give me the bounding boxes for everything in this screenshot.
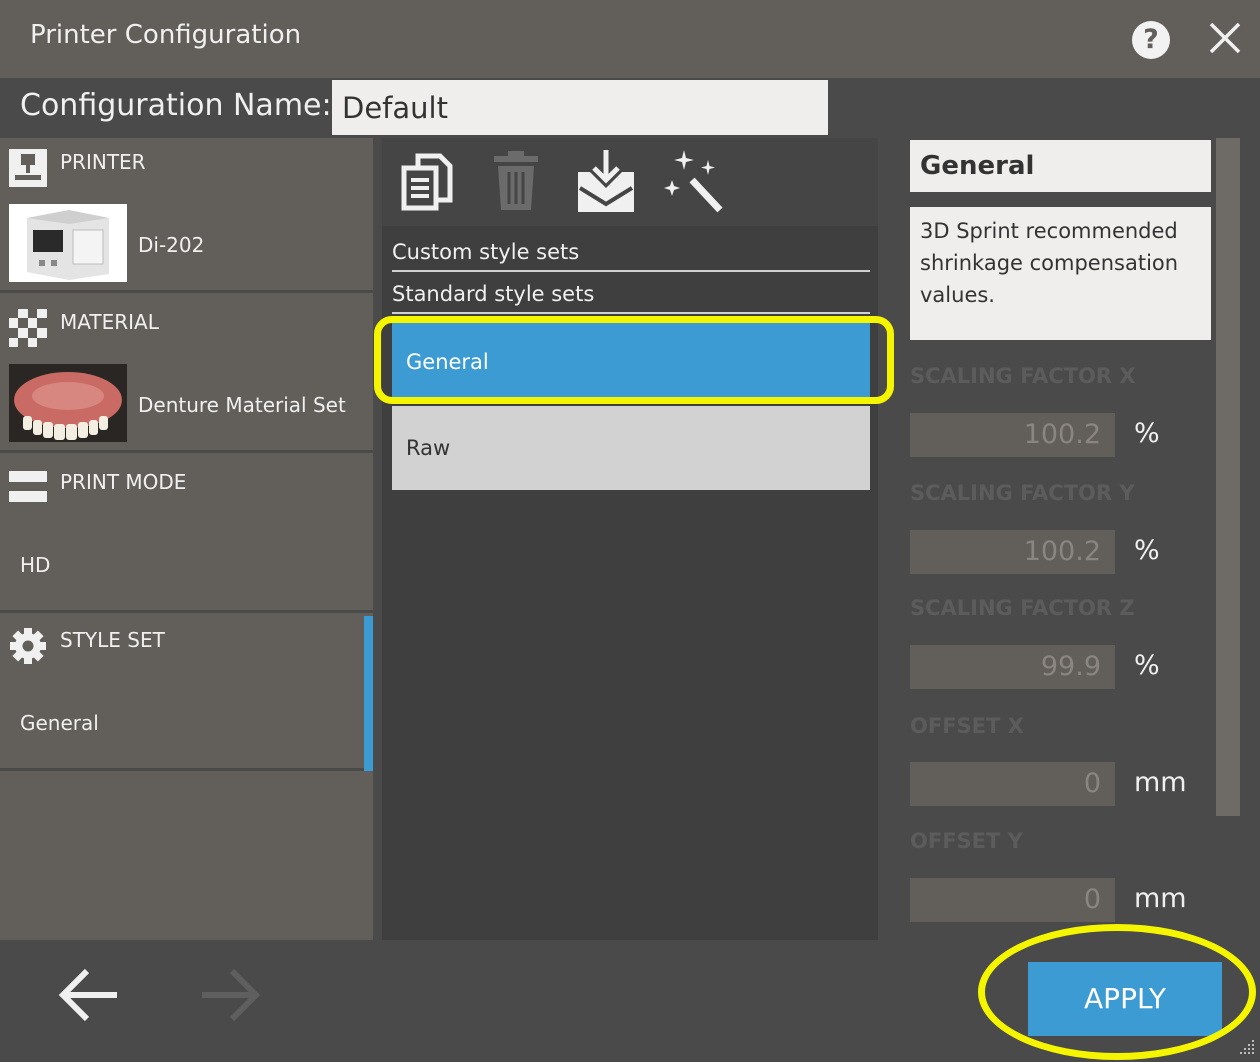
sidebar-section-style-set[interactable]: STYLE SET General: [0, 616, 373, 771]
style-toolbar: [382, 138, 878, 226]
style-item-raw[interactable]: Raw: [392, 406, 870, 490]
scaling-factor-y-unit: %: [1134, 535, 1160, 566]
divider: [392, 312, 870, 314]
scaling-factor-z-label: SCALING FACTOR Z: [910, 596, 1135, 620]
group-custom-style-sets[interactable]: Custom style sets: [392, 231, 869, 273]
sidebar-material-title: MATERIAL: [60, 310, 159, 334]
offset-y-input[interactable]: 0: [910, 878, 1115, 922]
scrollbar-thumb[interactable]: [1216, 138, 1240, 816]
style-details-panel: General 3D Sprint recommended shrinkage …: [908, 138, 1218, 928]
sidebar-section-material[interactable]: MATERIAL Denture Material Set: [0, 298, 373, 453]
material-thumbnail: [9, 364, 127, 442]
sidebar-section-print-mode[interactable]: PRINT MODE HD: [0, 458, 373, 613]
scaling-factor-y-input[interactable]: 100.2: [910, 530, 1115, 574]
style-description-field[interactable]: 3D Sprint recommended shrinkage compensa…: [910, 207, 1211, 340]
offset-y-unit: mm: [1134, 883, 1187, 914]
back-arrow-icon[interactable]: [55, 962, 121, 1028]
print-mode-icon: [9, 471, 47, 502]
material-icon: [9, 309, 47, 347]
close-icon[interactable]: [1205, 18, 1245, 58]
sidebar-style-set-value: General: [20, 711, 99, 735]
configuration-name-label: Configuration Name:: [20, 88, 332, 123]
offset-x-unit: mm: [1134, 767, 1187, 798]
style-name-field[interactable]: General: [910, 140, 1211, 192]
offset-x-label: OFFSET X: [910, 714, 1024, 738]
style-set-panel: Custom style sets Standard style sets Ge…: [382, 138, 878, 940]
sidebar-style-set-title: STYLE SET: [60, 628, 165, 652]
highlight-apply: [978, 924, 1256, 1060]
window-title: Printer Configuration: [30, 20, 302, 50]
sidebar-material-value: Denture Material Set: [138, 393, 346, 417]
highlight-selected-style: [374, 316, 894, 404]
divider: [392, 270, 870, 272]
sidebar-section-printer[interactable]: PRINTER Di-202: [0, 138, 373, 293]
printer-thumbnail: [9, 204, 127, 282]
copy-icon[interactable]: [396, 148, 460, 214]
scaling-factor-z-unit: %: [1134, 650, 1160, 681]
import-icon[interactable]: [574, 148, 638, 214]
forward-arrow-icon[interactable]: [198, 962, 264, 1028]
resize-grip-icon[interactable]: [1236, 1036, 1256, 1056]
sidebar-printer-value: Di-202: [138, 233, 205, 257]
magic-wand-icon[interactable]: [662, 148, 726, 214]
help-icon[interactable]: ?: [1132, 21, 1170, 59]
scaling-factor-x-label: SCALING FACTOR X: [910, 364, 1136, 388]
printer-configuration-window: Printer Configuration ? Configuration Na…: [0, 0, 1260, 1062]
sidebar: PRINTER Di-202 MATERIAL Denture Material…: [0, 138, 373, 940]
trash-icon[interactable]: [484, 148, 548, 214]
group-standard-style-sets[interactable]: Standard style sets: [392, 273, 869, 315]
title-bar: Printer Configuration ?: [0, 0, 1260, 78]
printer-icon: [9, 149, 47, 187]
scaling-factor-z-input[interactable]: 99.9: [910, 645, 1115, 689]
sidebar-printer-title: PRINTER: [60, 150, 146, 174]
scaling-factor-x-unit: %: [1134, 418, 1160, 449]
sidebar-print-mode-title: PRINT MODE: [60, 470, 187, 494]
scaling-factor-y-label: SCALING FACTOR Y: [910, 481, 1135, 505]
configuration-name-input[interactable]: [332, 80, 828, 135]
scaling-factor-x-input[interactable]: 100.2: [910, 413, 1115, 457]
gear-icon: [10, 628, 46, 664]
active-indicator: [364, 616, 373, 771]
sidebar-print-mode-value: HD: [20, 553, 51, 577]
offset-x-input[interactable]: 0: [910, 762, 1115, 806]
offset-y-label: OFFSET Y: [910, 829, 1023, 853]
details-scrollbar[interactable]: [1216, 138, 1240, 920]
